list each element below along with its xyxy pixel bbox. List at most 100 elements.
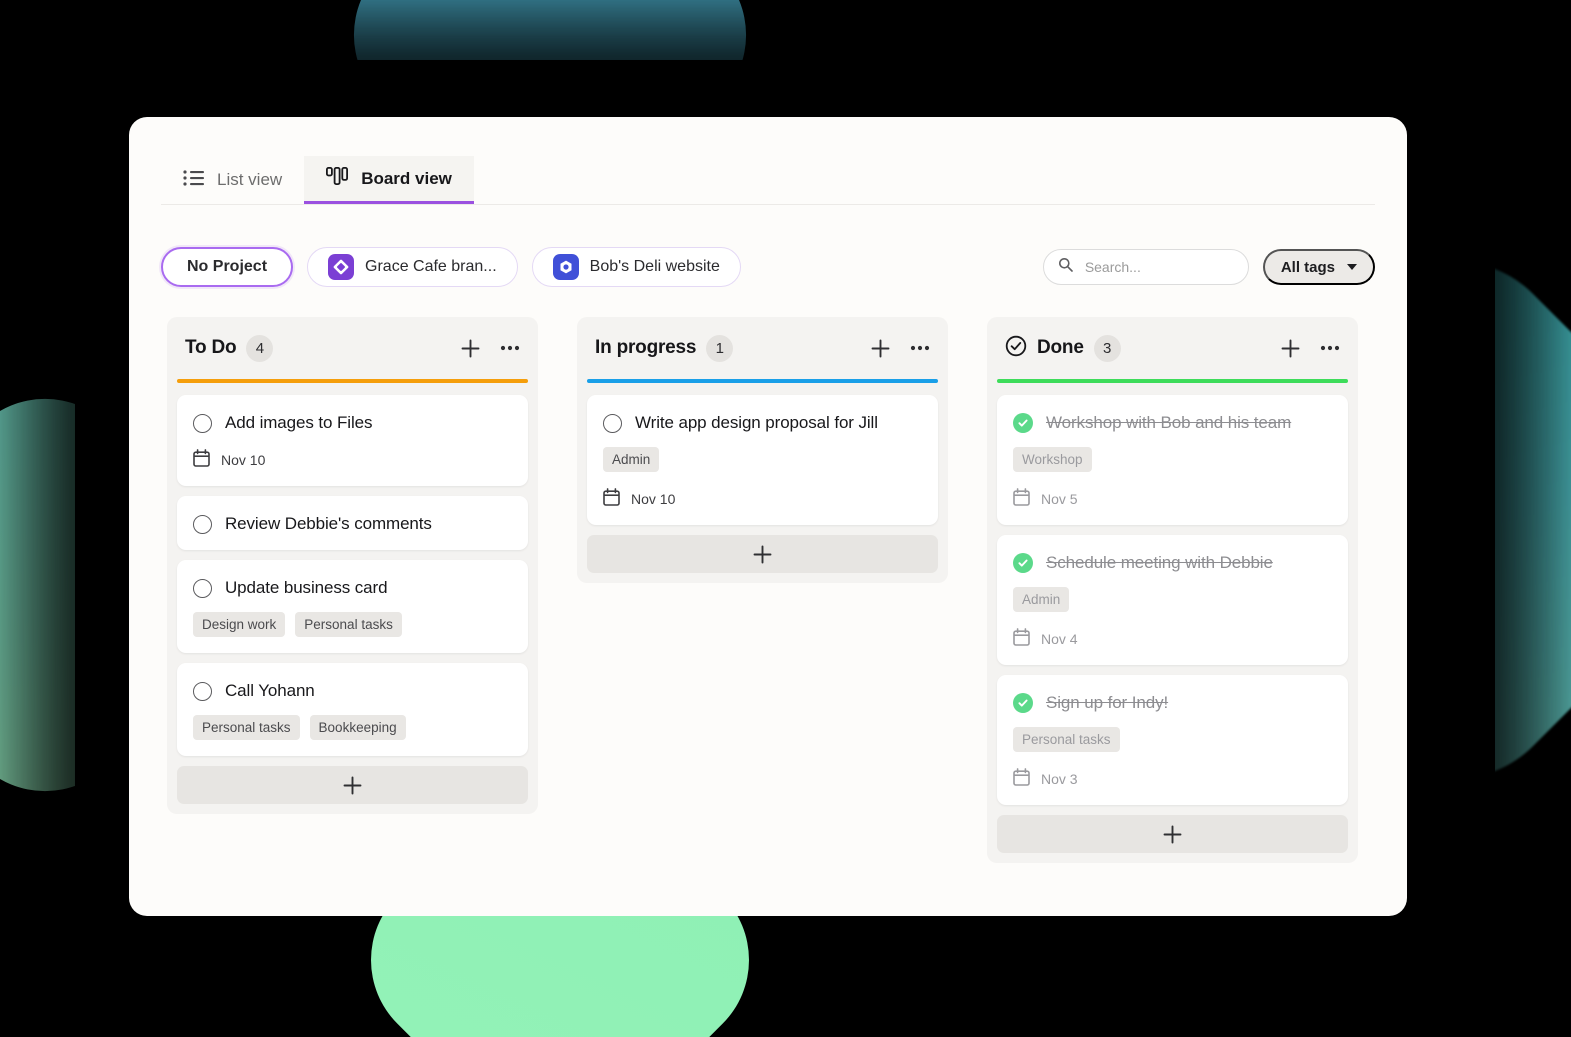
card-tag[interactable]: Design work: [193, 612, 286, 637]
diamond-icon: [328, 254, 355, 280]
project-chip-label: Bob's Deli website: [589, 258, 720, 275]
project-chip-no-project[interactable]: No Project: [161, 247, 294, 287]
card-tag-list: Admin: [603, 447, 922, 472]
column-title: Done: [1037, 337, 1084, 358]
task-card[interactable]: Add images to Files Nov 10: [177, 395, 528, 486]
calendar-icon: [193, 449, 210, 470]
task-card-header: Call Yohann: [193, 681, 512, 701]
search-icon: [1058, 257, 1073, 277]
tab-board-view[interactable]: Board view: [304, 156, 474, 204]
task-checkbox[interactable]: [193, 578, 212, 598]
column-card-list: Write app design proposal for Jill Admin…: [587, 395, 938, 525]
task-title: Review Debbie's comments: [225, 514, 432, 533]
task-checkbox-checked[interactable]: [1013, 413, 1033, 433]
task-card[interactable]: Schedule meeting with Debbie Admin Nov 4: [997, 535, 1348, 665]
card-tag[interactable]: Personal tasks: [1013, 727, 1120, 752]
add-task-button[interactable]: [871, 339, 890, 358]
task-checkbox-checked[interactable]: [1013, 553, 1033, 573]
task-card[interactable]: Review Debbie's comments: [177, 496, 528, 550]
card-tag-list: Personal tasks Bookkeeping: [193, 715, 512, 740]
task-card-header: Workshop with Bob and his team: [1013, 413, 1332, 433]
card-due-label: Nov 3: [1041, 770, 1078, 787]
card-tag-list: Workshop: [1013, 447, 1332, 472]
task-checkbox[interactable]: [193, 681, 212, 701]
card-tag[interactable]: Admin: [1013, 587, 1070, 612]
column-actions: [461, 339, 520, 358]
list-icon: [183, 169, 204, 191]
card-due-date: Nov 10: [603, 488, 922, 509]
task-title: Sign up for Indy!: [1046, 693, 1169, 712]
task-card-header: Update business card: [193, 578, 512, 598]
kanban-board: To Do 4 Add images to Files Nov 10 Revie…: [167, 317, 1377, 863]
card-tag[interactable]: Personal tasks: [295, 612, 402, 637]
card-due-date: Nov 4: [1013, 628, 1332, 649]
column-more-options-button[interactable]: [500, 345, 520, 351]
view-tabbar: List view Board view: [161, 156, 1375, 205]
task-title: Write app design proposal for Jill: [635, 413, 878, 432]
column-title: To Do: [185, 337, 237, 358]
project-filter-chips: No Project Grace Cafe bran... Bob's Deli…: [161, 247, 741, 287]
add-task-button[interactable]: [461, 339, 480, 358]
tags-filter-label: All tags: [1280, 258, 1335, 276]
column-title: In progress: [595, 337, 697, 358]
task-checkbox[interactable]: [193, 514, 212, 534]
column-actions: [1281, 339, 1340, 358]
column-card-list: Add images to Files Nov 10 Review Debbie…: [177, 395, 528, 756]
check-circle-icon: [1005, 335, 1027, 362]
task-card-header: Schedule meeting with Debbie: [1013, 553, 1332, 573]
card-due-label: Nov 5: [1041, 490, 1078, 507]
task-card[interactable]: Update business card Design work Personal…: [177, 560, 528, 653]
calendar-icon: [1013, 488, 1030, 509]
task-card[interactable]: Sign up for Indy! Personal tasks Nov 3: [997, 675, 1348, 805]
search-input[interactable]: [1082, 258, 1234, 276]
tab-list-view[interactable]: List view: [161, 156, 304, 204]
add-card-button[interactable]: [587, 535, 938, 573]
column-header: Done 3: [997, 317, 1348, 379]
project-chip-grace-cafe[interactable]: Grace Cafe bran...: [307, 247, 518, 287]
column-more-options-button[interactable]: [910, 345, 930, 351]
hexagon-icon: [552, 254, 579, 280]
project-chip-bobs-deli[interactable]: Bob's Deli website: [531, 247, 741, 287]
column-accent-rule: [587, 379, 938, 383]
card-due-date: Nov 3: [1013, 768, 1332, 789]
add-card-button[interactable]: [177, 766, 528, 804]
search-box[interactable]: [1042, 249, 1249, 285]
board-column: Done 3 Workshop with Bob and his team Wo…: [987, 317, 1358, 863]
column-more-options-button[interactable]: [1320, 345, 1340, 351]
task-card-header: Review Debbie's comments: [193, 514, 512, 534]
task-card-header: Sign up for Indy!: [1013, 693, 1332, 713]
card-due-date: Nov 5: [1013, 488, 1332, 509]
task-title: Call Yohann: [225, 681, 315, 700]
card-tag[interactable]: Workshop: [1013, 447, 1092, 472]
tab-list-view-label: List view: [217, 170, 283, 189]
filter-row: No Project Grace Cafe bran... Bob's Deli…: [161, 247, 1375, 287]
task-card[interactable]: Workshop with Bob and his team Workshop …: [997, 395, 1348, 525]
task-title: Schedule meeting with Debbie: [1046, 553, 1273, 572]
task-checkbox[interactable]: [193, 413, 212, 433]
card-tag[interactable]: Bookkeeping: [309, 715, 406, 740]
task-card-header: Write app design proposal for Jill: [603, 413, 922, 433]
card-due-label: Nov 4: [1041, 630, 1078, 647]
card-tag-list: Admin: [1013, 587, 1332, 612]
column-count-badge: 3: [1093, 334, 1121, 362]
card-tag[interactable]: Admin: [603, 447, 660, 472]
card-due-date: Nov 10: [193, 449, 512, 470]
board-icon: [326, 166, 349, 190]
tags-filter-select[interactable]: All tags: [1262, 249, 1375, 285]
card-due-label: Nov 10: [221, 451, 266, 468]
add-task-button[interactable]: [1281, 339, 1300, 358]
calendar-icon: [1013, 768, 1030, 789]
project-chip-label: No Project: [187, 258, 268, 275]
app-window: List view Board view No Project Grace Ca…: [129, 117, 1407, 916]
add-card-button[interactable]: [997, 815, 1348, 853]
task-checkbox-checked[interactable]: [1013, 693, 1033, 713]
calendar-icon: [603, 488, 620, 509]
card-tag[interactable]: Personal tasks: [193, 715, 300, 740]
task-title: Add images to Files: [225, 413, 373, 432]
task-card[interactable]: Call Yohann Personal tasks Bookkeeping: [177, 663, 528, 756]
project-chip-label: Grace Cafe bran...: [365, 258, 497, 275]
card-due-label: Nov 10: [631, 490, 676, 507]
task-card[interactable]: Write app design proposal for Jill Admin…: [587, 395, 938, 525]
task-checkbox[interactable]: [603, 413, 622, 433]
card-tag-list: Design work Personal tasks: [193, 612, 512, 637]
